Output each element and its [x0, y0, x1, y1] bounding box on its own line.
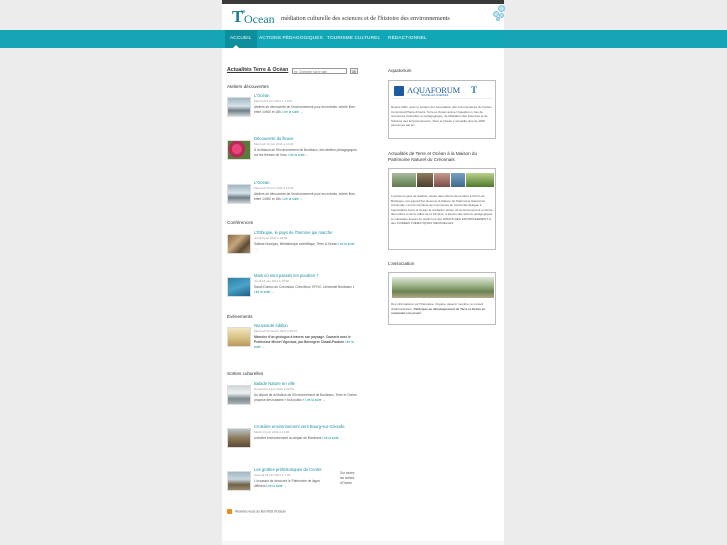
entry-date: Mercredi 15 juin 2011 à 14:00	[254, 186, 294, 190]
rss-label: Abonnez-vous au flux RSS d'Océan	[235, 509, 286, 514]
sidebar-heading-aquatorium: Aquatorium	[388, 68, 412, 73]
entry-date: Jeudi 9 juin 2011 à 18:00	[254, 236, 288, 240]
maison-box: L'ancienne gare de Sadirac, située dans …	[388, 168, 496, 250]
nav-band-right	[504, 30, 727, 48]
association-box: Des informations sur l'historique, l'équ…	[388, 272, 496, 325]
association-photo[interactable]	[392, 277, 494, 298]
nav-item-tourisme-culturel[interactable]: TOURISME CULTUREL	[327, 30, 380, 48]
aquaforum-logo[interactable]: AQUAFORUM NOUVELLES SCIENCES T	[391, 84, 493, 99]
main-title[interactable]: Actualités Terre & Océan	[227, 67, 288, 73]
search-button[interactable]: OK	[350, 68, 358, 74]
sidebar-heading-association: L'association	[388, 261, 415, 266]
maison-photo-strip[interactable]	[392, 173, 494, 187]
aquaforum-icon	[394, 86, 404, 96]
nav-active-caret-icon	[233, 45, 239, 48]
read-more-link[interactable]: Lire la suite →	[283, 197, 303, 201]
sidebar-heading-maison: Actualités de Terre et Océan à la Maison…	[388, 151, 478, 162]
rss-link[interactable]: Abonnez-vous au flux RSS d'Océan	[227, 509, 286, 514]
entry-title[interactable]: L'Éthiopie, le pays de l'homme qui march…	[254, 230, 332, 235]
read-more-link[interactable]: Lire la suite →	[266, 484, 286, 488]
rss-icon	[227, 509, 232, 514]
entry-title[interactable]: L'Océan	[254, 180, 269, 185]
entry-title[interactable]: Nouveauté édition	[254, 323, 288, 328]
entry-text: Ateliers de découverte de l'environnemen…	[254, 105, 356, 114]
entry-text: Ateliers de découverte de l'environnemen…	[254, 192, 356, 201]
terre-ocean-small-logo: T	[471, 85, 478, 95]
site-logo[interactable]: T re Ocean	[232, 8, 275, 26]
entry-thumbnail[interactable]	[227, 184, 251, 204]
entry-text: Au départ de la Maison de l'Environnemen…	[254, 393, 357, 402]
read-more-link[interactable]: Lire la suite →	[305, 398, 325, 402]
read-more-link[interactable]: Lire la suite →	[283, 110, 303, 114]
aquatorium-text: Depuis 2001, avec le soutien de l'Associ…	[391, 105, 492, 127]
read-more-link[interactable]: Lire la suite →	[288, 153, 308, 157]
site-tagline: médiation culturelle des sciences et de …	[281, 15, 450, 22]
nav-item-accueil[interactable]: ACCUEIL	[225, 30, 257, 48]
nav-item-actions-pedagogiques[interactable]: ACTIONS PÉDAGOGIQUES	[259, 30, 323, 48]
aquatorium-box: AQUAFORUM NOUVELLES SCIENCES T Depuis 20…	[388, 80, 496, 139]
entry-date: Samedi 18 juin 2011 à 7:00	[254, 473, 291, 477]
aquaforum-subtitle: NOUVELLES SCIENCES	[421, 94, 449, 97]
entry-thumbnail[interactable]	[227, 428, 251, 448]
entry-thumbnail[interactable]	[227, 140, 251, 160]
entry-text: L'occasion de découvrir le Patrimoine de…	[254, 479, 320, 488]
search-input[interactable]: ex. Chercher sur le site	[292, 68, 347, 74]
section-heading-ateliers: Ateliers découvertes	[227, 84, 269, 89]
entry-text: Sarah Dureux du Créonsiau, Créonlieux, E…	[254, 285, 355, 294]
entry-text: Mémoire d'un géologue à travers son pays…	[254, 335, 354, 349]
main-nav: ACCUEIL ACTIONS PÉDAGOGIQUES TOURISME CU…	[222, 30, 504, 48]
section-heading-sorties: Sorties culturelles	[227, 371, 264, 376]
site-header: T re Ocean médiation culturelle des scie…	[222, 4, 505, 30]
entry-date: Mardi 14 juin 2011 à 14:00	[254, 430, 290, 434]
entry-thumbnail[interactable]	[227, 327, 251, 347]
logo-ocean: Ocean	[244, 12, 275, 26]
sorties-aside[interactable]: Sur toutes les sorties d'Océan	[340, 471, 358, 486]
nav-item-redactionnel[interactable]: RÉDACTIONNEL	[388, 30, 427, 48]
entry-date: Mercredi 11 juin 2011 à 14:00	[254, 142, 294, 146]
entry-thumbnail[interactable]	[227, 277, 251, 297]
entry-title[interactable]: Mais où sont passés les poudres ?	[254, 273, 318, 278]
entry-thumbnail[interactable]	[227, 471, 251, 491]
association-text: Des informations sur l'historique, l'équ…	[391, 302, 486, 315]
maison-text: L'ancienne gare de Sadirac, située dans …	[391, 194, 494, 225]
bubbles-icon	[490, 5, 505, 21]
nav-band-left	[0, 30, 222, 48]
section-heading-conferences: Conférences	[227, 220, 254, 225]
entry-title[interactable]: Les grottes préhistoriques du Centre	[254, 467, 322, 472]
entry-thumbnail[interactable]	[227, 234, 251, 254]
entry-date: Mercredi 8 juin 2011 à 14:00	[254, 99, 292, 103]
entry-title[interactable]: L'Océan	[254, 93, 269, 98]
entry-text: À la Maison de l'Environnement de Bordea…	[254, 148, 357, 157]
entry-date: Dimanche 5 juin 2011 à 14:00	[254, 387, 294, 391]
entry-title[interactable]: Balade Nature en ville	[254, 381, 295, 386]
entry-thumbnail[interactable]	[227, 97, 251, 117]
page-footer	[222, 541, 504, 545]
entry-text: Salinas Noceyau, Médiathèque scientifiqu…	[254, 242, 355, 251]
entry-text: croisière environnement au départ de Bor…	[254, 436, 343, 440]
entry-title[interactable]: Découverte du fleuve	[254, 136, 294, 141]
entry-title[interactable]: Croisière environnement vers Bourg-sur-G…	[254, 424, 345, 429]
entry-date: Mercredi 22 février 2011 à 18:37	[254, 329, 298, 333]
read-more-link[interactable]: Lire la suite →	[254, 290, 274, 294]
section-heading-evenements: Événements	[227, 314, 253, 319]
entry-date: Jeudi 16 juin 2011 à 18:00	[254, 279, 289, 283]
read-more-link[interactable]: Lire la suite →	[322, 436, 342, 440]
entry-thumbnail[interactable]	[227, 385, 251, 405]
